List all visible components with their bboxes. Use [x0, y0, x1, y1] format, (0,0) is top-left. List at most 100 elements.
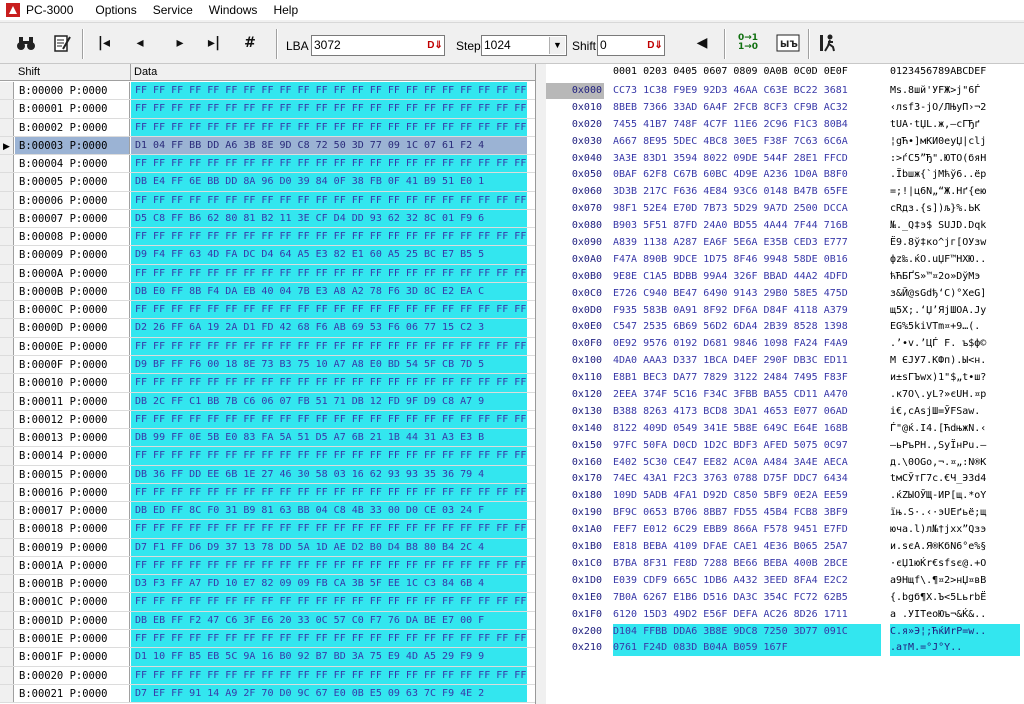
hex-row[interactable]: 0x190 BF9C 0653 B706 8BB7 FD55 45B4 FCB8 … — [546, 505, 1024, 522]
edit-icon[interactable] — [48, 29, 76, 57]
table-row[interactable]: B:00000 P:0000 FF FF FF FF FF FF FF FF FF… — [0, 82, 535, 101]
hex-row[interactable]: 0x0B0 9E8E C1A5 BDBB 99A4 326F BBAD 44A2 … — [546, 269, 1024, 286]
left-arrow-icon[interactable]: ◀ — [688, 29, 716, 57]
menu-options[interactable]: Options — [87, 0, 144, 20]
table-row[interactable]: B:00015 P:0000 DB 36 FF DD EE 6B 1E 27 46… — [0, 465, 535, 484]
lba-input[interactable]: 3072 D⇓ — [311, 35, 445, 56]
table-row[interactable]: B:0000A P:0000 FF FF FF FF FF FF FF FF FF… — [0, 264, 535, 283]
table-row[interactable]: B:0001B P:0000 D3 F3 FF A7 FD 10 E7 82 09… — [0, 575, 535, 594]
hex-row[interactable]: 0x0D0 F935 583B 0A91 8F92 DF6A D84F 4118 … — [546, 303, 1024, 320]
row-data: D2 26 FF 6A 19 2A D1 FD 42 68 F6 AB 69 5… — [131, 319, 527, 337]
hex-row[interactable]: 0x160 E402 5C30 CE47 EE82 AC0A A484 3A4E … — [546, 455, 1024, 472]
table-row[interactable]: B:0001A P:0000 FF FF FF FF FF FF FF FF FF… — [0, 556, 535, 576]
column-header-data[interactable]: Data — [131, 64, 535, 81]
hex-row[interactable]: 0x140 8122 409D 0549 341E 5B8E 649C E64E … — [546, 421, 1024, 438]
column-header-shift[interactable]: Shift — [15, 64, 131, 81]
hex-row[interactable]: 0x0E0 C547 2535 6B69 56D2 6DA4 2B39 8528 … — [546, 319, 1024, 336]
table-row[interactable]: B:00011 P:0000 DB 2C FF C1 BB 7B C6 06 07… — [0, 392, 535, 411]
menu-windows[interactable]: Windows — [201, 0, 266, 20]
hex-row[interactable]: 0x090 A839 1138 A287 EA6F 5E6A E35B CED3 … — [546, 235, 1024, 252]
row-data: DB 36 FF DD EE 6B 1E 27 46 30 58 03 16 6… — [131, 465, 527, 483]
table-row[interactable]: B:0000C P:0000 FF FF FF FF FF FF FF FF FF… — [0, 301, 535, 320]
table-row[interactable]: B:0000E P:0000 FF FF FF FF FF FF FF FF FF… — [0, 337, 535, 356]
hex-row[interactable]: 0x0C0 E726 C940 BE47 6490 9143 29B0 58E5 … — [546, 286, 1024, 303]
hex-row[interactable]: 0x0F0 0E92 9576 0192 D681 9846 1098 FA24 … — [546, 336, 1024, 353]
table-row[interactable]: B:0001C P:0000 FF FF FF FF FF FF FF FF FF… — [0, 593, 535, 612]
table-row[interactable]: B:00010 P:0000 FF FF FF FF FF FF FF FF FF… — [0, 374, 535, 393]
hex-row[interactable]: 0x1A0 FEF7 E012 6C29 EBB9 866A F578 9451 … — [546, 522, 1024, 539]
run-icon[interactable] — [814, 29, 842, 57]
hex-row[interactable]: 0x1F0 6120 15D3 49D2 E56F DEFA AC26 8D26 … — [546, 607, 1024, 624]
table-row[interactable]: B:00002 P:0000 FF FF FF FF FF FF FF FF FF… — [0, 118, 535, 137]
first-icon[interactable]: |◂ — [90, 29, 118, 57]
hex-row[interactable]: 0x010 8BEB 7366 33AD 6A4F 2FCB 8CF3 CF9B … — [546, 100, 1024, 117]
binoculars-icon[interactable] — [12, 29, 40, 57]
shift-apply-icon[interactable]: D⇓ — [647, 37, 663, 54]
hex-row[interactable]: 0x1B0 E818 BEBA 4109 DFAE CAE1 4E36 B065 … — [546, 539, 1024, 556]
hex-row[interactable]: 0x150 97FC 50FA D0CD 1D2C BDF3 AFED 5075 … — [546, 438, 1024, 455]
chevron-down-icon[interactable]: ▼ — [549, 37, 565, 54]
hex-row[interactable]: 0x180 109D 5ADB 4FA1 D92D C850 5BF9 0E2A … — [546, 488, 1024, 505]
menu-help[interactable]: Help — [265, 0, 306, 20]
table-row[interactable]: B:00014 P:0000 FF FF FF FF FF FF FF FF FF… — [0, 447, 535, 466]
prev-icon[interactable]: ◂ — [126, 29, 154, 57]
table-row[interactable]: B:00018 P:0000 FF FF FF FF FF FF FF FF FF… — [0, 520, 535, 539]
table-row[interactable]: B:0000B P:0000 DB E0 FF 8B F4 DA EB 40 04… — [0, 282, 535, 302]
hex-offset: 0x070 — [571, 203, 602, 215]
hex-row[interactable]: 0x000 CC73 1C38 F9E9 92D3 46AA C63E BC22 … — [546, 83, 1024, 100]
hex-row[interactable]: 0x0A0 F47A 890B 9DCE 1D75 8F46 9948 58DE … — [546, 252, 1024, 269]
table-row[interactable]: B:0000D P:0000 D2 26 FF 6A 19 2A D1 FD 42… — [0, 319, 535, 338]
hex-row[interactable]: 0x060 3D3B 217C F636 4E84 93C6 0148 B47B … — [546, 184, 1024, 201]
hex-row[interactable]: 0x110 E8B1 BEC3 DA77 7829 3122 2484 7495 … — [546, 370, 1024, 387]
last-icon[interactable]: ▸| — [200, 29, 228, 57]
hex-row[interactable]: 0x1E0 7B0A 6267 E1B6 D516 DA3C 354C FC72 … — [546, 590, 1024, 607]
hex-row[interactable]: 0x080 B903 5F51 87FD 24A0 BD55 4A44 7F44 … — [546, 218, 1024, 235]
hex-row[interactable]: 0x100 4DA0 AAA3 D337 1BCA D4EF 290F DB3C … — [546, 353, 1024, 370]
lba-apply-icon[interactable]: D⇓ — [427, 37, 443, 54]
hex-row[interactable]: 0x070 98F1 52E4 E70D 7B73 5D29 9A7D 2500 … — [546, 201, 1024, 218]
row-address: B:00004 P:0000 — [15, 155, 130, 173]
table-row[interactable]: B:00006 P:0000 FF FF FF FF FF FF FF FF FF… — [0, 191, 535, 210]
hex-row[interactable]: 0x210 0761 F24D 083D B04A B059 167F .aтM.=… — [546, 640, 1024, 657]
table-row[interactable]: B:00008 P:0000 FF FF FF FF FF FF FF FF FF… — [0, 228, 535, 247]
table-row[interactable]: B:00007 P:0000 D5 C8 FF B6 62 80 81 B2 11… — [0, 209, 535, 229]
table-row[interactable]: B:00001 P:0000 FF FF FF FF FF FF FF FF FF… — [0, 100, 535, 119]
table-row[interactable]: B:0001F P:0000 D1 10 FF B5 EB 5C 9A 16 B0… — [0, 648, 535, 667]
hex-row[interactable]: 0x1D0 E039 CDF9 665C 1DB6 A432 3EED 8FA4 … — [546, 573, 1024, 590]
table-row[interactable]: B:0001D P:0000 DB EB FF F2 47 C6 3F E6 20… — [0, 611, 535, 630]
hex-view[interactable]: 0001 0203 0405 0607 0809 0A0B 0C0D 0E0F … — [546, 64, 1024, 704]
table-row[interactable]: B:00020 P:0000 FF FF FF FF FF FF FF FF FF… — [0, 666, 535, 685]
hex-row[interactable]: 0x050 0BAF 62F8 C67B 60BC 4D9E A236 1D0A … — [546, 167, 1024, 184]
table-row[interactable]: ▶ B:00003 P:0000 D1 04 FF BB DD A6 3B 8E 9… — [0, 136, 535, 156]
next-icon[interactable]: ▸ — [166, 29, 194, 57]
hex-row[interactable]: 0x030 A667 8E95 5DEC 4BC8 30E5 F38F 7C63 … — [546, 134, 1024, 151]
table-row[interactable]: B:0001E P:0000 FF FF FF FF FF FF FF FF FF… — [0, 629, 535, 649]
table-row[interactable]: B:00009 P:0000 D9 F4 FF 63 4D FA DC D4 64… — [0, 246, 535, 265]
hex-row[interactable]: 0x040 3A3E 83D1 3594 8022 09DE 544F 28E1 … — [546, 151, 1024, 168]
step-select[interactable]: 1024 ▼ — [481, 35, 567, 56]
hex-row[interactable]: 0x120 2EEA 374F 5C16 F34C 3FBB BA55 CD11 … — [546, 387, 1024, 404]
hex-row[interactable]: 0x020 7455 41B7 748F 4C7F 11E6 2C96 F1C3 … — [546, 117, 1024, 134]
menu-service[interactable]: Service — [145, 0, 201, 20]
compare-icon[interactable]: ЫЪ — [774, 29, 802, 57]
shift-input[interactable]: 0 D⇓ — [597, 35, 665, 56]
table-row[interactable]: B:00016 P:0000 FF FF FF FF FF FF FF FF FF… — [0, 483, 535, 503]
hex-row[interactable]: 0x170 74EC 43A1 F2C3 3763 0788 D75F DDC7 … — [546, 471, 1024, 488]
row-address: B:0000A P:0000 — [15, 264, 130, 282]
table-row[interactable]: B:0000F P:0000 D9 BF FF F6 00 18 8E 73 B3… — [0, 355, 535, 375]
table-row[interactable]: B:00004 P:0000 FF FF FF FF FF FF FF FF FF… — [0, 155, 535, 174]
table-row[interactable]: B:00017 P:0000 DB ED FF 8C F0 31 B9 81 63… — [0, 502, 535, 521]
table-row[interactable]: B:00005 P:0000 DB E4 FF 6E BB DD 8A 96 D0… — [0, 173, 535, 192]
hex-row[interactable]: 0x130 B388 8263 4173 BCD8 3DA1 4653 E077 … — [546, 404, 1024, 421]
hex-row[interactable]: 0x1C0 B7BA 8F31 FE8D 7288 BE66 BEBA 400B … — [546, 556, 1024, 573]
row-indicator — [0, 629, 14, 648]
table-row[interactable]: B:00012 P:0000 FF FF FF FF FF FF FF FF FF… — [0, 410, 535, 430]
row-address: B:00014 P:0000 — [15, 447, 130, 465]
table-row[interactable]: B:00019 P:0000 D7 F1 FF D6 D9 37 13 78 DD… — [0, 538, 535, 557]
copy-icon[interactable]: 0→1 1→0 — [734, 29, 762, 57]
block-grid[interactable]: Shift Data B:00000 P:0000 FF FF FF FF FF … — [0, 64, 536, 704]
table-row[interactable]: B:00013 P:0000 DB 99 FF 0E 5B E0 83 FA 5A… — [0, 429, 535, 448]
table-row[interactable]: B:00021 P:0000 D7 EF FF 91 14 A9 2F 70 D0… — [0, 684, 535, 704]
hex-row[interactable]: 0x200 D104 FFBB DDA6 3B8E 9DC8 7250 3D77 … — [546, 623, 1024, 641]
goto-icon[interactable]: # — [236, 29, 264, 57]
